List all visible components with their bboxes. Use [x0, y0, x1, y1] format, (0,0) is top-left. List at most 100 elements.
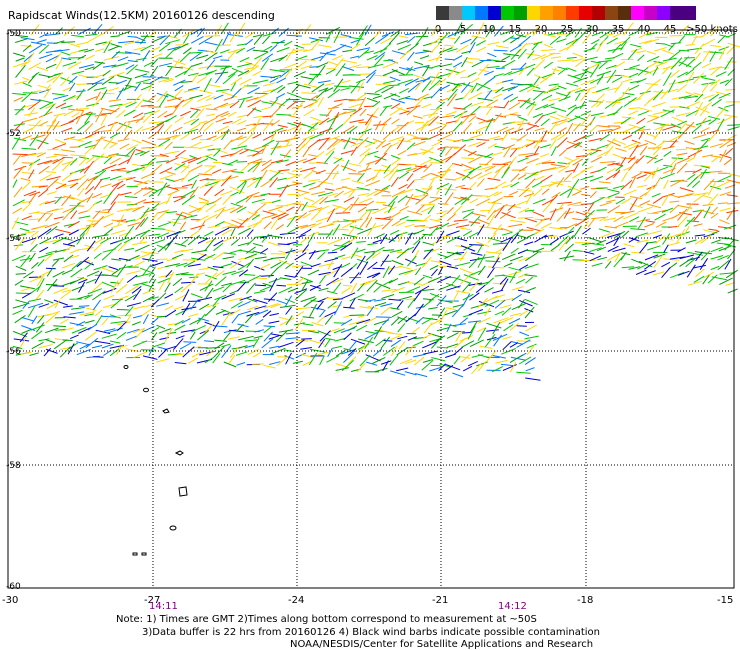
wind-barb	[655, 42, 665, 45]
wind-barb	[435, 222, 450, 231]
wind-barb	[43, 87, 52, 99]
wind-barb	[291, 84, 300, 93]
wind-barb	[62, 211, 71, 221]
wind-barb	[604, 99, 619, 109]
wind-barb	[725, 269, 738, 279]
wind-barb	[204, 165, 216, 174]
wind-barb	[302, 147, 310, 158]
wind-barb	[236, 22, 246, 37]
wind-barb	[31, 90, 41, 93]
wind-barb	[591, 39, 600, 45]
wind-barb	[719, 207, 731, 212]
wind-barb	[693, 72, 705, 84]
wind-barb	[491, 257, 500, 269]
wind-barb	[246, 107, 257, 117]
wind-barb	[572, 58, 584, 62]
wind-barb	[268, 335, 280, 340]
wind-barb	[543, 61, 554, 69]
wind-barb	[643, 96, 655, 107]
wind-barb	[126, 270, 141, 275]
wind-barb	[180, 156, 192, 161]
wind-barb	[76, 90, 86, 93]
wind-barb	[605, 260, 612, 269]
wind-barb	[427, 205, 435, 215]
wind-barb	[396, 248, 410, 259]
wind-barb	[469, 244, 484, 246]
wind-barb	[166, 258, 177, 262]
wind-barb	[404, 371, 417, 376]
wind-barb	[133, 93, 142, 103]
wind-barb	[318, 80, 331, 84]
wind-barb	[61, 269, 73, 275]
wind-barb	[503, 262, 513, 268]
wind-barb	[508, 102, 521, 111]
wind-barb	[622, 126, 637, 133]
wind-barb	[365, 200, 375, 207]
wind-barb	[676, 152, 688, 156]
wind-barb	[550, 163, 566, 168]
wind-barb	[23, 127, 33, 133]
wind-barb	[133, 340, 148, 347]
wind-barb	[372, 95, 383, 100]
wind-barb	[110, 242, 123, 252]
wind-barb	[476, 46, 487, 53]
wind-barb	[583, 47, 596, 52]
wind-barb	[183, 65, 193, 76]
wind-barb	[708, 115, 721, 120]
wind-barb	[84, 130, 100, 139]
wind-barb	[326, 116, 339, 123]
wind-barb	[76, 88, 85, 101]
wind-barb	[292, 264, 307, 268]
wind-barb	[469, 339, 484, 348]
wind-barb	[326, 290, 338, 295]
wind-barb	[629, 64, 640, 69]
wind-barb	[78, 210, 89, 214]
wind-barb	[204, 52, 218, 62]
wind-barb	[391, 310, 403, 318]
wind-barb	[478, 265, 486, 276]
wind-barb	[389, 229, 400, 235]
wind-barb	[253, 194, 266, 198]
wind-barb	[379, 106, 388, 117]
wind-barb	[700, 117, 707, 126]
wind-barb	[308, 330, 320, 334]
wind-barb	[580, 113, 591, 127]
wind-barb	[181, 281, 196, 284]
wind-barb	[110, 35, 120, 38]
wind-barb	[517, 188, 532, 192]
wind-barb	[229, 205, 244, 214]
wind-barb	[149, 201, 161, 203]
wind-barb	[453, 61, 463, 68]
wind-barb	[509, 342, 519, 348]
wind-barb	[372, 107, 380, 116]
wind-barb	[494, 138, 504, 141]
wind-barb	[364, 105, 374, 108]
wind-barb	[214, 227, 230, 236]
wind-barb	[655, 221, 667, 228]
wind-barb	[270, 333, 283, 337]
wind-barb	[92, 23, 103, 35]
wind-barb	[326, 170, 334, 181]
wind-barb	[412, 326, 421, 334]
wind-barb	[468, 181, 477, 191]
wind-barb	[510, 33, 524, 44]
wind-barb	[287, 182, 302, 187]
wind-barb	[398, 35, 409, 39]
wind-barb	[142, 50, 151, 62]
wind-barb	[183, 341, 197, 343]
wind-barb	[439, 114, 455, 119]
wind-barb	[415, 316, 424, 325]
wind-barb	[548, 122, 558, 134]
wind-barb	[69, 82, 76, 92]
wind-barb	[475, 284, 486, 293]
wind-barb	[470, 252, 483, 256]
wind-barb	[108, 266, 118, 271]
wind-barb	[605, 199, 616, 203]
wind-barb	[284, 63, 297, 69]
wind-barb	[620, 117, 631, 125]
wind-barb	[653, 234, 663, 239]
wind-barb	[406, 133, 419, 139]
wind-barb	[28, 218, 40, 221]
wind-barb	[199, 89, 213, 94]
wind-barb	[611, 76, 623, 83]
